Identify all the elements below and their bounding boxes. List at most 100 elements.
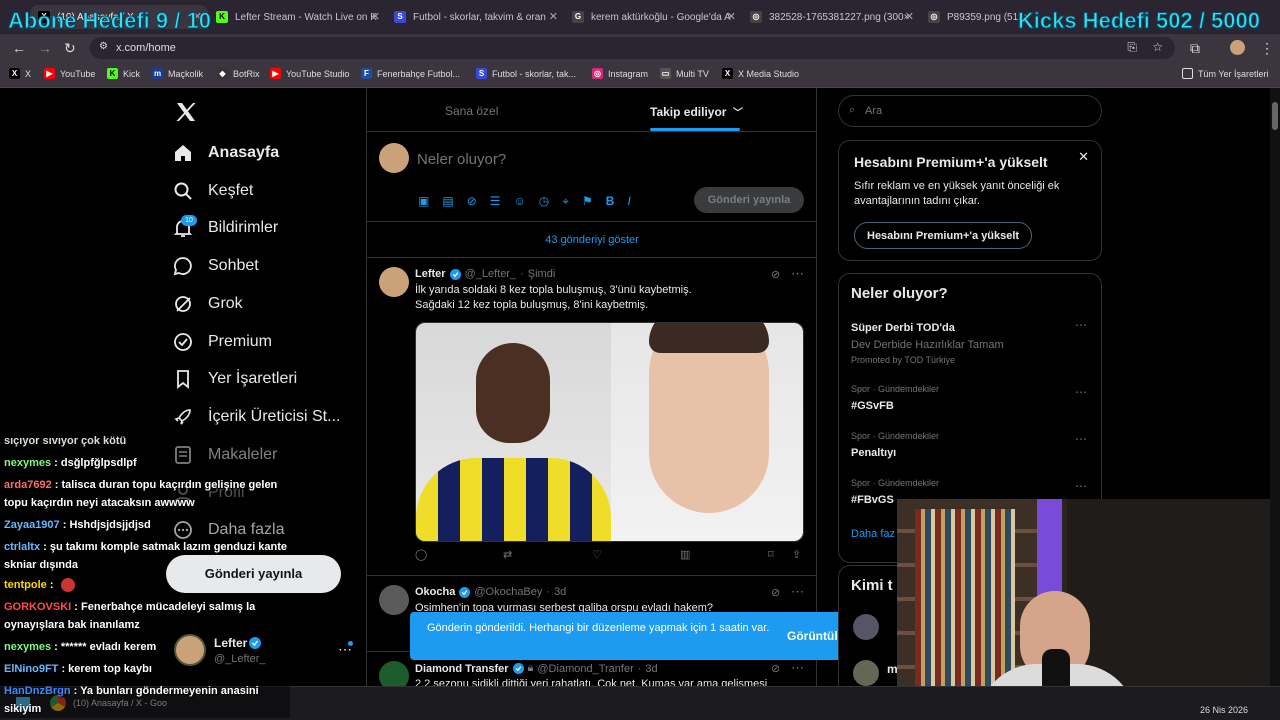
browser-tab[interactable]: K Lefter Stream - Watch Live on K ✕: [208, 5, 386, 29]
bookmark-item[interactable]: ▭ Multi TV: [660, 68, 709, 79]
close-tab-icon[interactable]: ✕: [905, 10, 914, 23]
tab-label: Takip ediliyor: [650, 105, 727, 119]
trend-more-icon[interactable]: ⋯: [1075, 432, 1087, 446]
grok-icon[interactable]: ⊘: [771, 586, 780, 599]
trend-subtitle: Dev Derbide Hazırlıklar Tamam: [851, 339, 1004, 351]
browser-tab[interactable]: G kerem aktürkoğlu - Google'da A ✕: [564, 5, 742, 29]
image-icon[interactable]: ▣: [418, 194, 429, 209]
bold-icon[interactable]: B: [606, 194, 615, 209]
show-more-link[interactable]: Daha faz: [851, 528, 895, 540]
bookmark-icon[interactable]: ⌑: [768, 548, 774, 561]
location-icon[interactable]: ⌖: [562, 194, 569, 209]
reload-icon[interactable]: ↻: [64, 40, 76, 57]
tab-following[interactable]: Takip ediliyor ﹀: [650, 104, 743, 119]
show-new-posts[interactable]: 43 gönderiyi göster: [367, 222, 817, 258]
profile-avatar[interactable]: [1230, 40, 1245, 55]
post-author[interactable]: Diamond Transfer: [415, 663, 509, 675]
bookmark-item[interactable]: XX: [9, 68, 31, 79]
emoji-icon[interactable]: ☺: [514, 194, 526, 209]
nav-creator-studio[interactable]: İçerik Üreticisi St...: [173, 407, 340, 427]
grok-icon[interactable]: ⊘: [467, 194, 477, 209]
close-tab-icon[interactable]: ✕: [549, 10, 558, 23]
all-bookmarks[interactable]: Tüm Yer İşaretleri: [1182, 68, 1269, 79]
mackolik-icon: m: [152, 68, 163, 79]
back-icon[interactable]: ←: [12, 40, 26, 56]
nav-premium[interactable]: Premium: [173, 332, 272, 352]
install-icon[interactable]: ⎘: [1127, 40, 1137, 55]
close-icon[interactable]: ✕: [1078, 149, 1089, 165]
post-media[interactable]: [415, 322, 804, 542]
page-scrollbar[interactable]: [1270, 88, 1280, 686]
grok-icon[interactable]: ⊘: [771, 662, 780, 675]
post-avatar[interactable]: [379, 267, 409, 297]
like-icon[interactable]: ♡: [592, 548, 602, 561]
post-time[interactable]: 3d: [645, 663, 657, 675]
bookmark-item[interactable]: ▶ YouTube: [44, 68, 95, 79]
tab-for-you[interactable]: Sana özel: [445, 104, 498, 118]
close-tab-icon[interactable]: ✕: [371, 10, 380, 23]
post-author[interactable]: Lefter: [415, 268, 446, 280]
chat-username: tentpole: [4, 579, 47, 591]
post-text-line: İlk yarıda soldaki 8 kez topla buluşmuş,…: [415, 284, 692, 296]
browser-tab[interactable]: ◎ P89359.png (512×512): [920, 5, 1030, 29]
compose-input[interactable]: Neler oluyor?: [417, 151, 506, 168]
bookmark-item[interactable]: ◆ BotRix: [217, 68, 260, 79]
toast-view-button[interactable]: Görüntüle: [787, 629, 844, 643]
compose-post-button[interactable]: Gönderi yayınla: [694, 187, 804, 213]
post-author[interactable]: Okocha: [415, 586, 455, 598]
suggestion-avatar[interactable]: [853, 660, 879, 686]
url-field[interactable]: ⚙ x.com/home ⎘ ☆: [90, 37, 1175, 59]
reply-icon[interactable]: ◯: [415, 548, 427, 561]
trend-more-icon[interactable]: ⋯: [1075, 318, 1087, 332]
bookmark-item[interactable]: K Kick: [107, 68, 140, 79]
gif-icon[interactable]: ▤: [442, 194, 453, 209]
share-icon[interactable]: ⇪: [792, 548, 801, 561]
post-handle[interactable]: @_Lefter_: [465, 268, 517, 280]
post-more-icon[interactable]: ⋯: [791, 266, 804, 282]
post-time[interactable]: 3d: [554, 586, 566, 598]
close-tab-icon[interactable]: ✕: [727, 10, 736, 23]
repost-icon[interactable]: ⇄: [503, 548, 512, 561]
nav-chat[interactable]: Sohbet: [173, 256, 259, 276]
nav-home[interactable]: Anasayfa: [173, 143, 279, 163]
bookmark-item[interactable]: F Fenerbahçe Futbol...: [361, 68, 460, 79]
premium-upgrade-button[interactable]: Hesabını Premium+'a yükselt: [854, 222, 1033, 249]
trend-more-icon[interactable]: ⋯: [1075, 479, 1087, 493]
post-avatar[interactable]: [379, 585, 409, 615]
nav-grok[interactable]: Grok: [173, 294, 243, 314]
menu-icon[interactable]: ⋮: [1260, 40, 1274, 57]
search-box[interactable]: ⌕ Ara: [838, 95, 1102, 127]
grok-icon[interactable]: ⊘: [771, 268, 780, 281]
schedule-icon[interactable]: ◷: [539, 194, 549, 209]
forward-icon[interactable]: →: [38, 40, 52, 56]
nav-explore[interactable]: Keşfet: [173, 181, 253, 201]
bookmark-item[interactable]: S Futbol - skorlar, tak...: [476, 68, 576, 79]
post-more-icon[interactable]: ⋯: [791, 660, 804, 676]
bookmark-item[interactable]: ◎ Instagram: [592, 68, 648, 79]
suggestion-avatar[interactable]: [853, 614, 879, 640]
bookmark-star-icon[interactable]: ☆: [1152, 40, 1163, 54]
poll-icon[interactable]: ☰: [490, 194, 501, 209]
post-handle[interactable]: @OkochaBey: [474, 586, 542, 598]
scroll-thumb[interactable]: [1272, 102, 1278, 130]
post-time[interactable]: Şimdi: [528, 268, 556, 280]
extensions-icon[interactable]: ⧉: [1190, 40, 1200, 57]
post-handle[interactable]: @Diamond_Tranfer: [537, 663, 633, 675]
trend-more-icon[interactable]: ⋯: [1075, 385, 1087, 399]
views-icon[interactable]: ▥: [680, 548, 690, 561]
bookmark-item[interactable]: m Maçkolik: [152, 68, 203, 79]
nav-bookmarks[interactable]: Yer İşaretleri: [173, 369, 297, 389]
trend-item[interactable]: Spor · Gündemdekiler #GSvFB ⋯: [839, 384, 1101, 424]
bookmark-item[interactable]: ▶ YouTube Studio: [270, 68, 349, 79]
trend-item[interactable]: Spor · Gündemdekiler Penaltıyı ⋯: [839, 431, 1101, 471]
post[interactable]: Lefter @_Lefter_ · Şimdi ⊘ ⋯ İlk yarıda …: [367, 258, 817, 576]
post-more-icon[interactable]: ⋯: [791, 584, 804, 600]
browser-tab[interactable]: ◎ 382528-1765381227.png (300× ✕: [742, 5, 920, 29]
site-info-icon[interactable]: ⚙: [99, 41, 108, 52]
browser-tab[interactable]: S Futbol - skorlar, takvim & oran ✕: [386, 5, 564, 29]
italic-icon[interactable]: I: [627, 194, 630, 209]
x-logo-icon[interactable]: [175, 102, 197, 122]
bookmark-item[interactable]: X X Media Studio: [722, 68, 799, 79]
trend-item[interactable]: Süper Derbi TOD'da Dev Derbide Hazırlıkl…: [839, 318, 1101, 373]
flag-icon[interactable]: ⚑: [582, 194, 593, 209]
